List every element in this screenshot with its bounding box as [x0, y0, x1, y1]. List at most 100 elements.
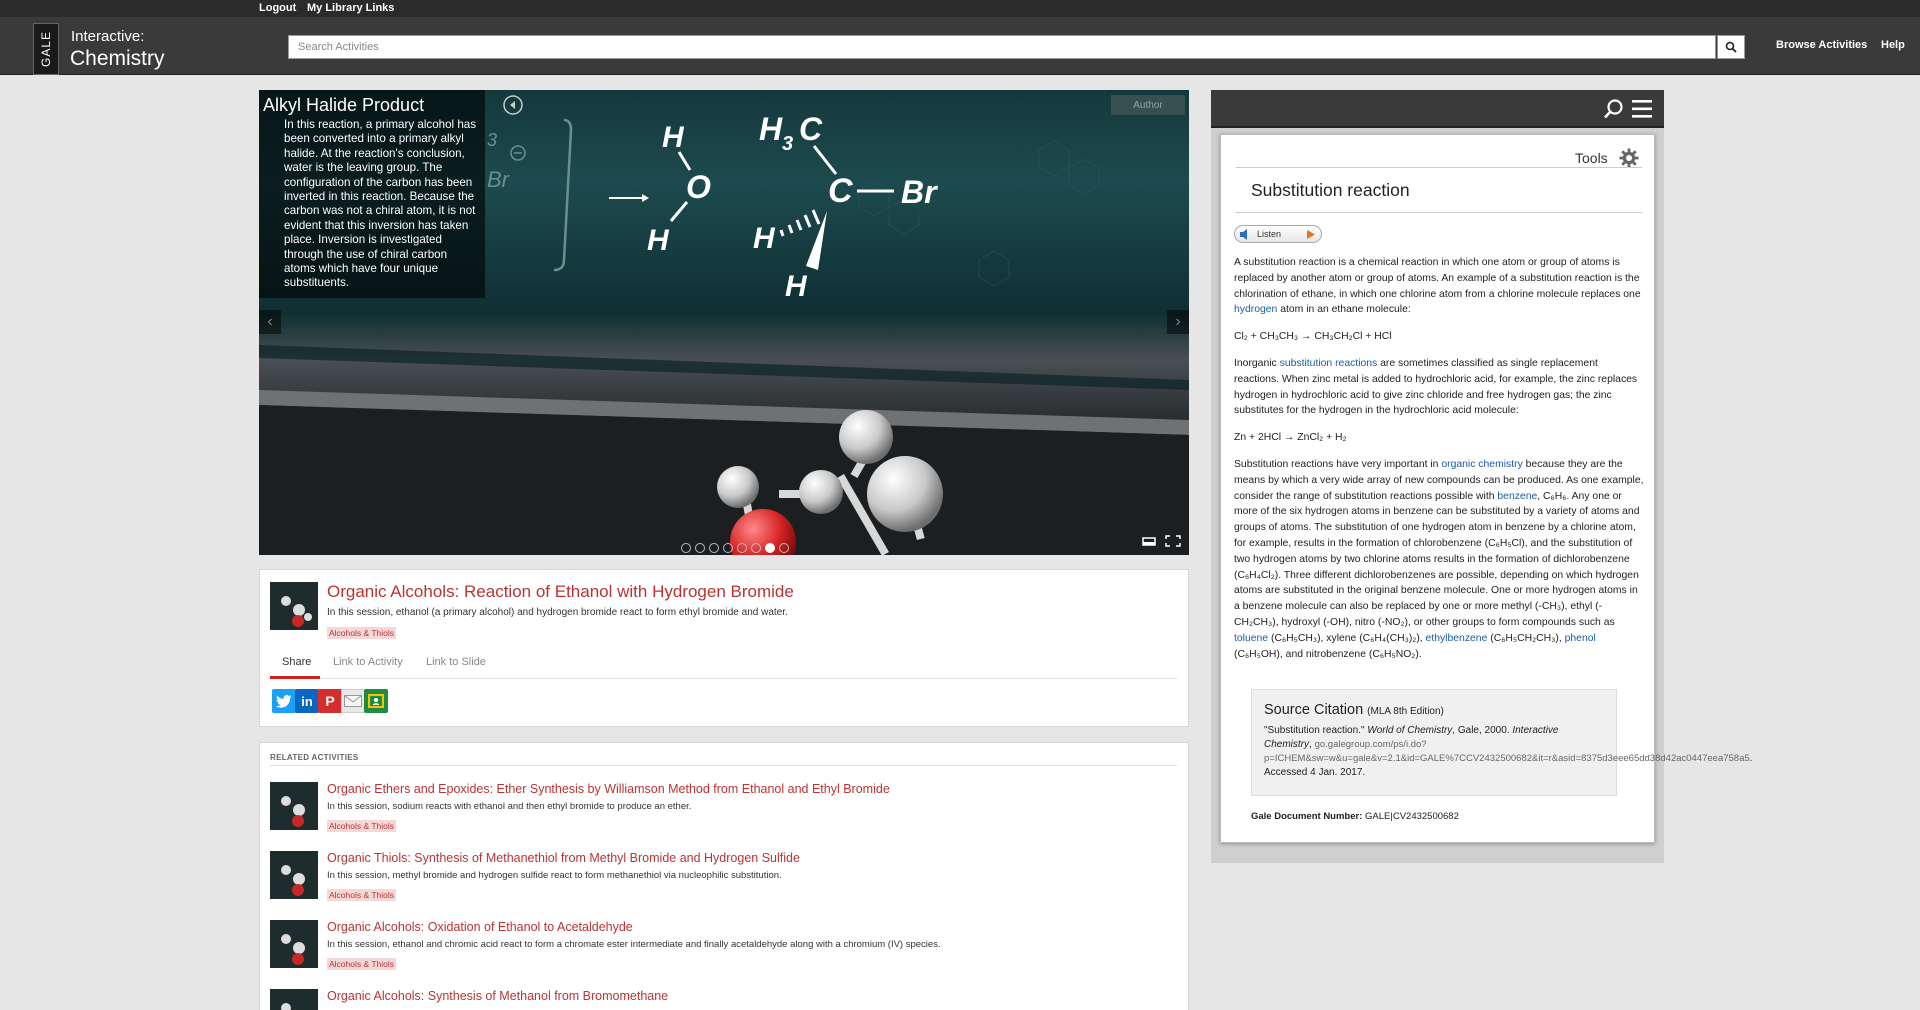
chevron-left-icon: ‹ — [267, 313, 273, 330]
related-item-title[interactable]: Organic Alcohols: Oxidation of Ethanol t… — [327, 920, 633, 934]
email-icon[interactable] — [341, 689, 365, 713]
browse-activities-link[interactable]: Browse Activities — [1776, 39, 1867, 51]
atom-o: O — [686, 169, 711, 205]
search-button[interactable] — [1717, 35, 1745, 59]
product-title-line2: Chemistry — [70, 47, 165, 70]
twitter-icon[interactable] — [272, 689, 296, 713]
related-item-title[interactable]: Organic Alcohols: Synthesis of Methanol … — [327, 989, 668, 1003]
pagination-dot[interactable] — [681, 543, 691, 553]
tools-panel-bar — [1211, 90, 1664, 128]
toluene-link[interactable]: toluene — [1234, 633, 1268, 644]
activity-description: In this session, ethanol (a primary alco… — [327, 607, 788, 618]
related-item-desc: In this session, ethanol and chromic aci… — [327, 939, 941, 950]
doc-equation-1: Cl₂ + CH₃CH₃ → CH₃CH₂Cl + HCl — [1234, 331, 1392, 343]
citation-heading: Source Citation (MLA 8th Edition) — [1264, 702, 1444, 718]
organic-chemistry-link[interactable]: organic chemistry — [1441, 459, 1522, 470]
google-classroom-icon[interactable] — [364, 689, 388, 713]
caption-toggle-icon[interactable] — [1142, 534, 1156, 550]
related-item-tag[interactable]: Alcohols & Thiols — [327, 958, 397, 970]
logout-link[interactable]: Logout — [259, 2, 296, 14]
related-divider — [270, 765, 1177, 766]
listen-label: Listen — [1257, 229, 1282, 239]
related-thumbnail[interactable] — [270, 782, 318, 830]
related-item-title[interactable]: Organic Thiols: Synthesis of Methanethio… — [327, 851, 800, 865]
citation-url[interactable]: go.galegroup.com/ps/i.do?p=ICHEM&sw=w&u=… — [1264, 739, 1750, 764]
slide-viewer[interactable]: 3 Br H O H H 3 C C Br H H Alkyl Halide P… — [259, 90, 1189, 555]
author-button[interactable]: Author — [1111, 95, 1185, 115]
atom-h-left: H — [753, 222, 776, 255]
pagination-dot[interactable] — [695, 543, 705, 553]
active-tab-indicator — [270, 676, 320, 679]
product-title-line1: Interactive: — [71, 28, 145, 45]
search-icon — [1725, 41, 1737, 53]
related-thumbnail[interactable] — [270, 920, 318, 968]
linkedin-icon[interactable]: in — [295, 689, 319, 713]
document-body: A substitution reaction is a chemical re… — [1234, 255, 1644, 673]
prev-slide-button[interactable]: ‹ — [259, 310, 281, 334]
related-thumbnail[interactable] — [270, 989, 318, 1010]
phenol-link[interactable]: phenol — [1565, 633, 1596, 644]
tools-panel: Tools Substitution reaction Listen A sub… — [1211, 90, 1752, 863]
atom-h-down: H — [785, 270, 808, 303]
gear-icon[interactable] — [1619, 148, 1639, 168]
tools-label[interactable]: Tools — [1575, 150, 1608, 166]
speaker-icon — [1240, 229, 1247, 240]
atom-h-bottom: H — [647, 224, 670, 257]
related-item-tag[interactable]: Alcohols & Thiols — [327, 820, 397, 832]
atom-ch3-sub: 3 — [782, 133, 793, 155]
tab-link-to-activity[interactable]: Link to Activity — [333, 656, 403, 668]
doc-paragraph-3: Substitution reactions have very importa… — [1234, 458, 1644, 660]
play-icon — [1307, 230, 1315, 239]
menu-icon[interactable] — [1632, 99, 1654, 119]
doc-paragraph-2: Inorganic substitution reactions are som… — [1234, 357, 1638, 417]
slide-caption-title: Alkyl Halide Product — [263, 95, 425, 115]
help-link[interactable]: Help — [1881, 39, 1905, 51]
pagination-dot[interactable] — [723, 543, 733, 553]
document-pane: Tools Substitution reaction Listen A sub… — [1220, 134, 1752, 843]
pagination-dot[interactable] — [765, 543, 775, 553]
tab-share[interactable]: Share — [282, 656, 311, 668]
header: GALE Interactive: Chemistry Browse Activ… — [0, 17, 1920, 75]
activity-tag[interactable]: Alcohols & Thiols — [327, 627, 397, 639]
pagination-dot[interactable] — [737, 543, 747, 553]
gale-logo[interactable]: GALE — [33, 23, 59, 75]
doc-title-box: Substitution reaction — [1236, 167, 1642, 213]
related-item-title[interactable]: Organic Ethers and Epoxides: Ether Synth… — [327, 782, 890, 796]
next-slide-button[interactable]: › — [1167, 310, 1189, 334]
tabs-divider — [270, 678, 1177, 679]
atom-c: C — [828, 172, 853, 210]
substitution-reactions-link[interactable]: substitution reactions — [1280, 358, 1378, 369]
pinterest-icon[interactable]: P — [318, 689, 342, 713]
gale-document-number: Gale Document Number: GALE|CV2432500682 — [1251, 811, 1459, 822]
related-item-desc: In this session, methyl bromide and hydr… — [327, 870, 782, 881]
pagination-dot[interactable] — [709, 543, 719, 553]
chevron-right-icon: › — [1175, 313, 1181, 330]
related-item-desc: In this session, sodium reacts with etha… — [327, 801, 692, 812]
pagination-dot[interactable] — [751, 543, 761, 553]
search-icon[interactable] — [1603, 98, 1625, 120]
tab-link-to-slide[interactable]: Link to Slide — [426, 656, 486, 668]
slide-caption-body: In this reaction, a primary alcohol has … — [284, 118, 477, 290]
related-item-tag[interactable]: Alcohols & Thiols — [327, 889, 397, 901]
activity-title: Organic Alcohols: Reaction of Ethanol wi… — [327, 582, 794, 601]
search-input[interactable] — [289, 36, 1717, 58]
atom-ch3-c: C — [799, 111, 823, 147]
atom-br: Br — [901, 174, 938, 210]
related-activities-label: RELATED ACTIVITIES — [270, 753, 359, 762]
hydrogen-link[interactable]: hydrogen — [1234, 304, 1277, 315]
ethylbenzene-link[interactable]: ethylbenzene — [1426, 633, 1488, 644]
fullscreen-icon[interactable] — [1165, 534, 1181, 550]
activity-thumbnail[interactable] — [270, 582, 318, 630]
document-title: Substitution reaction — [1251, 180, 1410, 200]
search-box — [288, 35, 1717, 59]
slide-pagination — [681, 543, 789, 553]
benzene-link[interactable]: benzene — [1497, 491, 1537, 502]
pagination-dot[interactable] — [779, 543, 789, 553]
related-thumbnail[interactable] — [270, 851, 318, 899]
atom-h-top: H — [662, 121, 685, 154]
utility-bar: Logout My Library Links — [0, 0, 1920, 17]
library-links-link[interactable]: My Library Links — [307, 2, 394, 14]
listen-button[interactable]: Listen — [1234, 225, 1322, 243]
faint-label-br: Br — [487, 167, 511, 192]
activity-card: Organic Alcohols: Reaction of Ethanol wi… — [259, 569, 1189, 727]
